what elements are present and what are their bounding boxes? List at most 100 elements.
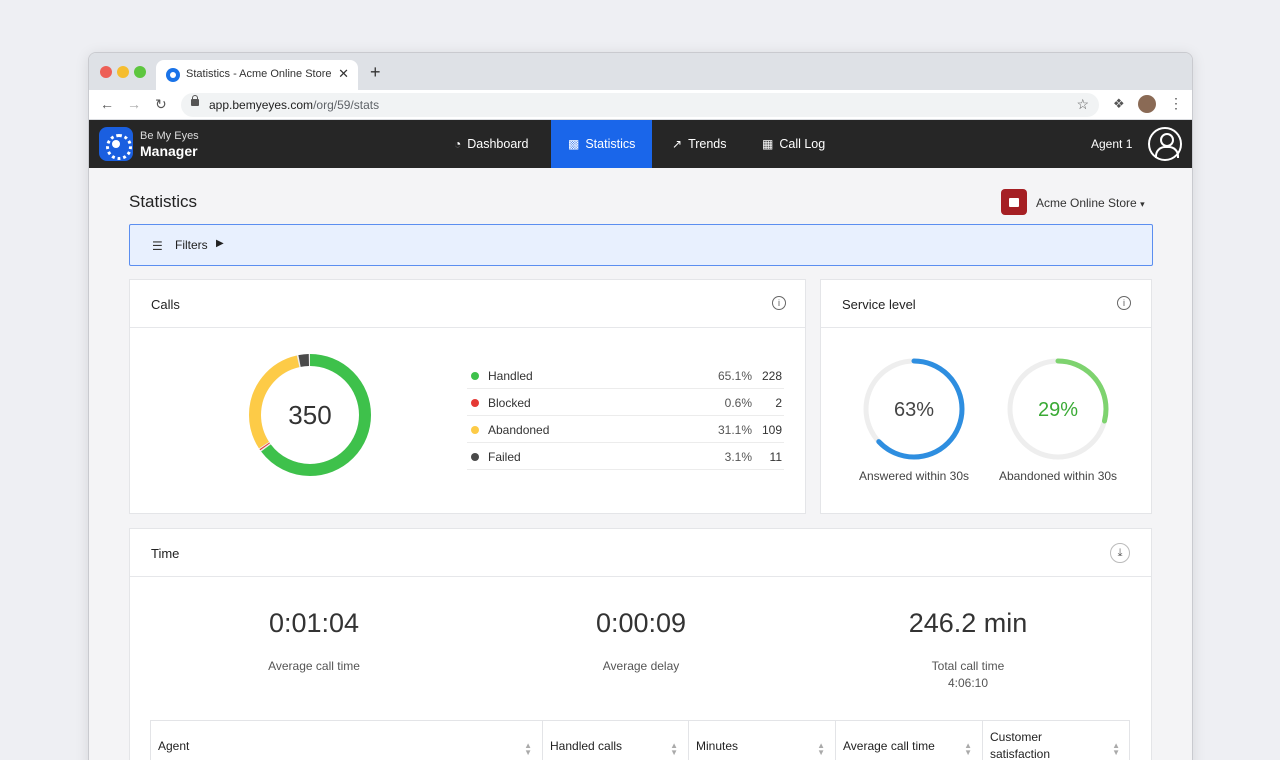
legend-label: Failed	[488, 450, 521, 464]
close-window-button[interactable]	[100, 66, 112, 78]
legend-count: 109	[761, 423, 782, 437]
legend-row-abandoned: Abandoned 31.1% 109	[467, 416, 784, 443]
sort-icon: ▲ ▼	[964, 741, 972, 757]
app-header: Be My Eyes Manager ◔ Dashboard ▩ Statistic…	[89, 120, 1192, 168]
nav-trends[interactable]: ↗ Trends	[655, 120, 744, 168]
back-arrow-icon[interactable]: ←	[100, 96, 114, 112]
table-icon: ▦	[762, 137, 774, 151]
minimize-window-button[interactable]	[117, 66, 129, 78]
legend-count: 228	[761, 369, 782, 383]
nav-trends-label: Trends	[688, 137, 727, 151]
avg-delay-label: Average delay	[602, 659, 680, 673]
column-label: Average call time	[843, 739, 935, 753]
info-icon[interactable]: i	[772, 296, 786, 310]
service-level-header: Service level i	[821, 280, 1151, 328]
abandoned-value: 29%	[1038, 399, 1078, 421]
column-customer-satisfaction[interactable]: Customer satisfaction ▲ ▼	[983, 721, 1130, 760]
store-name: Acme Online Store	[1036, 196, 1137, 210]
answered-gauge: 63%	[863, 358, 965, 460]
blocked-dot-icon	[471, 399, 479, 407]
info-icon[interactable]: i	[1117, 296, 1131, 310]
address-bar[interactable]: app.bemyeyes.com/org/59/stats ☆	[181, 93, 1099, 117]
column-average-call-time[interactable]: Average call time ▲ ▼	[836, 721, 983, 760]
download-icon[interactable]: ⤓	[1110, 543, 1130, 563]
browser-menu-icon[interactable]: ⋮	[1169, 95, 1183, 112]
nav-statistics[interactable]: ▩ Statistics	[551, 120, 653, 168]
handled-dot-icon	[471, 372, 479, 380]
legend-row-blocked: Blocked 0.6% 2	[467, 389, 784, 416]
column-label: Customer satisfaction	[990, 730, 1051, 760]
browser-toolbar: ← → ↻ app.bemyeyes.com/org/59/stats ☆ ❖ …	[89, 90, 1192, 120]
calls-total: 350	[288, 400, 331, 430]
nav-call-log-label: Call Log	[779, 137, 826, 151]
store-bag-icon	[1001, 189, 1027, 215]
page-title: Statistics	[129, 192, 198, 211]
tab-close-icon[interactable]: ✕	[338, 66, 349, 82]
url-host: app.bemyeyes.com	[209, 98, 314, 112]
calls-legend: Handled 65.1% 228 Blocked 0.6% 2 Abandon…	[467, 362, 784, 470]
legend-label: Handled	[488, 369, 533, 383]
favicon-icon	[166, 68, 180, 82]
failed-dot-icon	[471, 453, 479, 461]
be-my-eyes-logo-icon[interactable]	[99, 127, 133, 161]
extensions-puzzle-icon[interactable]: ❖	[1113, 96, 1125, 112]
new-tab-button[interactable]: +	[370, 62, 381, 83]
calls-title: Calls	[151, 297, 180, 312]
nav-statistics-label: Statistics	[585, 137, 636, 151]
time-card-header: Time ⤓	[130, 529, 1151, 577]
avg-call-time-label: Average call time	[268, 659, 360, 673]
legend-percent: 3.1%	[724, 450, 752, 464]
sort-icon: ▲ ▼	[524, 741, 532, 757]
column-minutes[interactable]: Minutes ▲ ▼	[689, 721, 836, 760]
legend-count: 11	[769, 450, 782, 464]
legend-label: Blocked	[488, 396, 531, 410]
brand-name: Be My Eyes	[140, 130, 199, 142]
browser-tab[interactable]: Statistics - Acme Online Store ✕	[156, 60, 358, 90]
column-label: Minutes	[696, 739, 739, 753]
nav-call-log[interactable]: ▦ Call Log	[745, 120, 842, 168]
filters-bar[interactable]: ☰ Filters ▶	[129, 224, 1153, 266]
avg-delay-value: 0:00:09	[595, 608, 687, 638]
calls-card: Calls i 350 Handled 65.1% 228 Blocked 0.…	[129, 279, 806, 514]
agents-table-header: Agent ▲ ▼ Handled calls ▲ ▼ Minutes ▲ ▼ Ave…	[150, 720, 1130, 760]
answered-label: Answered within 30s	[858, 469, 970, 483]
avg-call-time-value: 0:01:04	[268, 608, 360, 638]
maximize-window-button[interactable]	[134, 66, 146, 78]
gauge-icon: ◔	[454, 137, 462, 151]
abandoned-gauge: 29%	[1007, 358, 1109, 460]
bookmark-star-icon[interactable]: ☆	[1076, 96, 1089, 113]
legend-label: Abandoned	[488, 423, 550, 437]
reload-icon[interactable]: ↻	[155, 96, 167, 113]
forward-arrow-icon[interactable]: →	[127, 96, 141, 112]
column-label: Agent	[158, 739, 190, 753]
legend-row-failed: Failed 3.1% 11	[467, 443, 784, 470]
caret-right-icon: ▶	[216, 238, 224, 249]
caret-down-icon: ▾	[1140, 199, 1145, 209]
lock-icon	[191, 95, 199, 106]
legend-percent: 65.1%	[717, 369, 752, 383]
filters-label: Filters	[175, 238, 208, 252]
url-text: app.bemyeyes.com/org/59/stats	[209, 98, 379, 112]
legend-percent: 31.1%	[717, 423, 752, 437]
profile-avatar[interactable]	[1138, 95, 1156, 113]
answered-value: 63%	[894, 399, 934, 421]
tab-title: Statistics - Acme Online Store	[186, 68, 332, 80]
time-card: Time ⤓ 0:01:04 Average call time 0:00:09…	[129, 528, 1152, 760]
calls-card-header: Calls i	[130, 280, 805, 328]
store-selector[interactable]: Acme Online Store ▾	[1036, 196, 1145, 210]
abandoned-dot-icon	[471, 426, 479, 434]
tab-strip: Statistics - Acme Online Store ✕ +	[89, 53, 1192, 90]
nav-dashboard[interactable]: ◔ Dashboard	[437, 120, 545, 168]
sort-icon: ▲ ▼	[817, 741, 825, 757]
total-call-time-value: 246.2 min	[908, 608, 1028, 638]
column-agent[interactable]: Agent ▲ ▼	[151, 721, 543, 760]
browser-window: Statistics - Acme Online Store ✕ + ← → ↻…	[88, 52, 1193, 760]
service-level-title: Service level	[842, 297, 916, 312]
calls-donut-chart: 350	[249, 354, 371, 476]
total-call-time-sub: 4:06:10	[947, 676, 989, 690]
total-call-time-label: Total call time	[931, 659, 1005, 673]
column-handled-calls[interactable]: Handled calls ▲ ▼	[543, 721, 689, 760]
legend-count: 2	[775, 396, 782, 410]
brand-subtitle: Manager	[140, 143, 198, 159]
user-account-icon[interactable]	[1148, 127, 1182, 161]
